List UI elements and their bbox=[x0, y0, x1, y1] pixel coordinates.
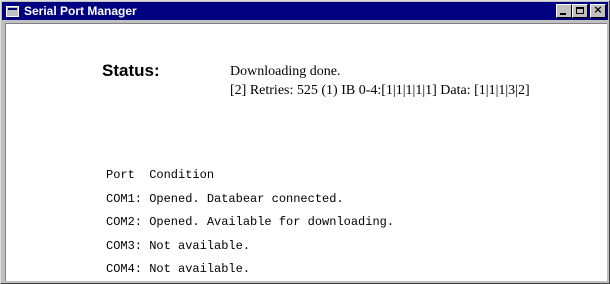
status-message: Downloading done. bbox=[230, 64, 341, 79]
minimize-icon bbox=[560, 13, 566, 15]
port-row-com1: COM1: Opened. Databear connected. bbox=[106, 191, 344, 206]
title-bar[interactable]: Serial Port Manager × bbox=[2, 2, 608, 20]
client-area: Status: Downloading done. [2] Retries: 5… bbox=[5, 23, 607, 281]
status-label: Status: bbox=[102, 61, 160, 80]
minimize-button[interactable] bbox=[556, 4, 572, 18]
close-icon: × bbox=[593, 3, 603, 16]
window-title: Serial Port Manager bbox=[24, 4, 137, 18]
title-buttons: × bbox=[556, 3, 606, 18]
serial-port-manager-window: Serial Port Manager × Status: Downloadin… bbox=[0, 0, 610, 284]
port-table: Port Condition COM1: Opened. Databear co… bbox=[106, 164, 394, 282]
port-table-header: Port Condition bbox=[106, 168, 215, 182]
status-details: [2] Retries: 525 (1) IB 0-4:[1|1|1|1|1] … bbox=[230, 83, 530, 98]
app-window-icon[interactable] bbox=[6, 5, 19, 17]
port-row-com3: COM3: Not available. bbox=[106, 238, 251, 253]
close-button[interactable]: × bbox=[590, 3, 606, 18]
maximize-button[interactable] bbox=[572, 4, 588, 18]
maximize-icon bbox=[576, 7, 584, 14]
port-row-com4: COM4: Not available. bbox=[106, 262, 251, 276]
port-row-com2: COM2: Opened. Available for downloading. bbox=[106, 215, 395, 229]
